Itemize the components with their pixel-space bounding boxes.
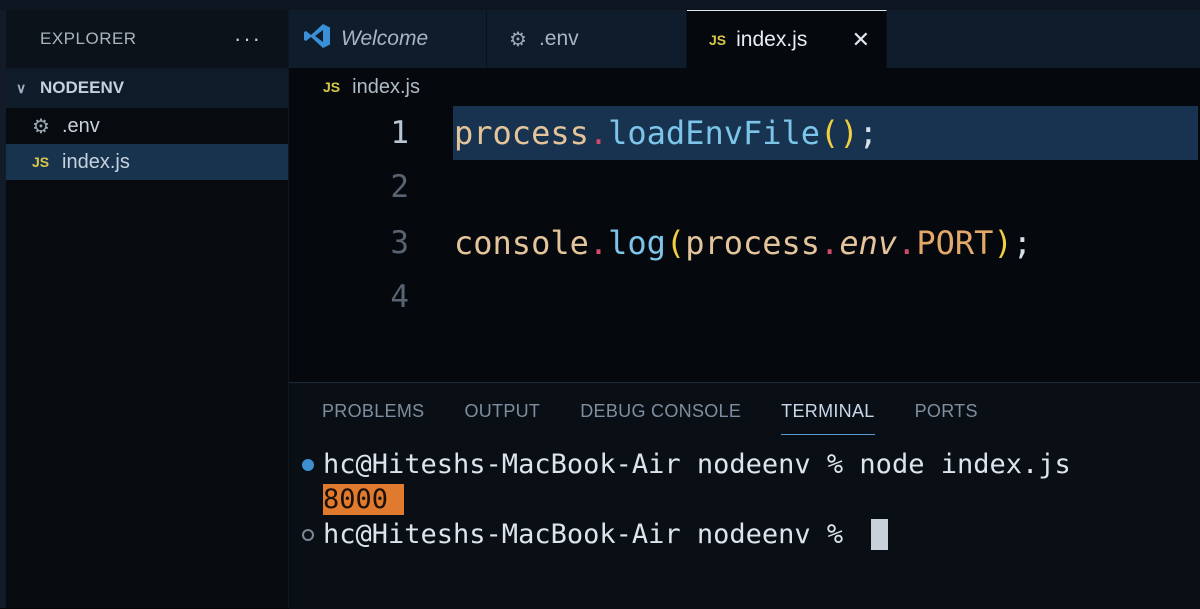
terminal-cursor — [871, 519, 889, 550]
line-number: 2 — [390, 169, 409, 205]
chevron-down-icon: ∨ — [16, 79, 27, 96]
command-success-icon[interactable] — [302, 458, 314, 471]
code-text[interactable]: console. log(process. env. PORT); — [454, 216, 1200, 270]
token-semicolon: ; — [858, 114, 878, 152]
token-dot: . — [588, 224, 609, 262]
title-bar-strip — [0, 0, 1200, 10]
tab-debug-console[interactable]: DEBUG CONSOLE — [580, 383, 741, 439]
terminal-line: 8000 — [289, 482, 1200, 517]
token-identifier: process — [685, 224, 821, 262]
tab-label: .env — [538, 27, 579, 50]
file-label: index.js — [62, 150, 130, 173]
token-paren: ) — [993, 224, 1013, 262]
explorer-sidebar: EXPLORER ··· ∨ NODEENV ⚙ .env JS index.j… — [6, 10, 289, 608]
vscode-logo-icon — [303, 22, 331, 56]
js-file-icon: JS — [709, 31, 727, 48]
code-line-1[interactable]: 1 process. loadEnvFile(); — [289, 106, 1200, 160]
tab-welcome[interactable]: Welcome — [289, 10, 487, 68]
token-identifier: process — [454, 114, 589, 152]
command-pending-icon[interactable] — [302, 528, 314, 541]
terminal-prompt: hc@Hiteshs-MacBook-Air nodeenv % — [323, 519, 860, 550]
code-line-3[interactable]: 3 console. log(process. env. PORT); — [289, 216, 1200, 270]
tab-output[interactable]: OUTPUT — [464, 383, 540, 439]
token-function: loadEnvFile — [608, 114, 821, 152]
folder-label: NODEENV — [40, 78, 125, 97]
terminal-line: hc@Hiteshs-MacBook-Air nodeenv % — [289, 517, 1200, 552]
token-dot: . — [820, 224, 840, 262]
file-label: .env — [62, 114, 100, 137]
line-number: 1 — [390, 115, 409, 151]
tab-ports[interactable]: PORTS — [915, 383, 978, 439]
folder-nodeenv[interactable]: ∨ NODEENV — [6, 68, 288, 108]
code-line-2[interactable]: 2 — [289, 160, 1200, 214]
gear-icon: ⚙ — [32, 115, 50, 138]
file-item-env[interactable]: ⚙ .env — [6, 108, 288, 144]
line-number: 3 — [390, 225, 409, 261]
terminal-output: 8000 — [323, 484, 405, 515]
token-function: log — [608, 224, 666, 262]
token-identifier: console — [454, 224, 589, 262]
explorer-header: EXPLORER ··· — [6, 10, 288, 68]
terminal-command: hc@Hiteshs-MacBook-Air nodeenv % node in… — [323, 449, 1071, 480]
tab-index-js[interactable]: JS index.js ✕ — [687, 10, 887, 68]
breadcrumb-label: index.js — [352, 75, 420, 98]
tab-label: index.js — [736, 27, 808, 51]
line-number: 4 — [390, 279, 409, 315]
tab-label: Welcome — [341, 27, 429, 50]
file-item-index-js[interactable]: JS index.js — [6, 144, 288, 180]
explorer-title: EXPLORER — [40, 29, 137, 48]
editor-tabs: Welcome ⚙ .env JS index.js ✕ — [289, 10, 1200, 68]
more-actions-button[interactable]: ··· — [234, 26, 262, 52]
js-file-icon: JS — [32, 154, 50, 170]
token-paren: ( — [665, 224, 686, 262]
code-text[interactable]: process. loadEnvFile(); — [453, 106, 1198, 160]
token-constant: PORT — [916, 224, 994, 262]
gear-icon: ⚙ — [509, 28, 527, 51]
tab-env[interactable]: ⚙ .env — [487, 10, 687, 68]
panel-tabs: PROBLEMS OUTPUT DEBUG CONSOLE TERMINAL P… — [289, 383, 1200, 439]
tab-problems[interactable]: PROBLEMS — [322, 383, 424, 439]
token-property: env — [839, 224, 898, 262]
close-icon[interactable]: ✕ — [852, 27, 870, 53]
token-paren: ) — [839, 114, 859, 152]
token-dot: . — [897, 224, 917, 262]
token-semicolon: ; — [1012, 224, 1032, 262]
breadcrumb[interactable]: JS index.js — [289, 68, 1200, 106]
bottom-panel: PROBLEMS OUTPUT DEBUG CONSOLE TERMINAL P… — [289, 382, 1200, 609]
js-file-icon: JS — [323, 79, 341, 95]
terminal[interactable]: hc@Hiteshs-MacBook-Air nodeenv % node in… — [289, 447, 1200, 552]
tab-terminal[interactable]: TERMINAL — [781, 383, 876, 439]
token-dot: . — [588, 114, 609, 152]
terminal-line: hc@Hiteshs-MacBook-Air nodeenv % node in… — [289, 447, 1200, 482]
code-line-4[interactable]: 4 — [289, 270, 1200, 324]
code-editor[interactable]: 1 process. loadEnvFile(); 2 3 console. log… — [289, 106, 1200, 382]
token-paren: ( — [820, 114, 840, 152]
